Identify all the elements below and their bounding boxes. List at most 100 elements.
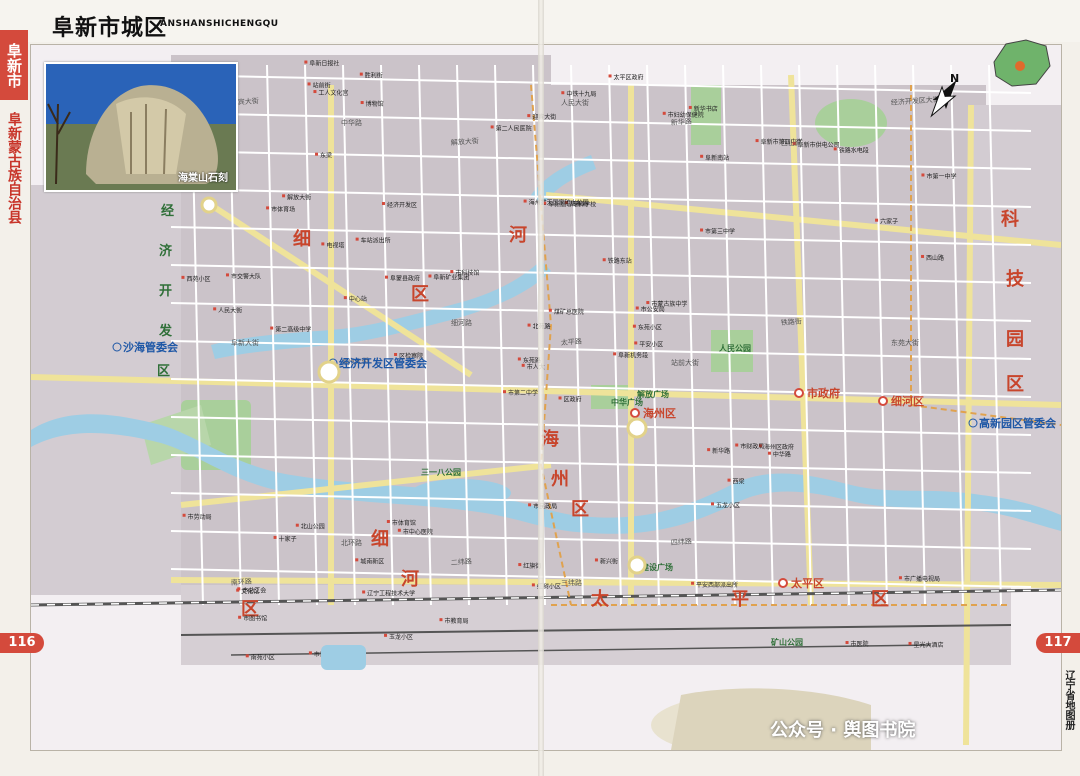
- government-icon: [794, 388, 804, 398]
- road-label: 细河路: [451, 318, 472, 327]
- poi-label: 第二人民医院: [496, 124, 532, 132]
- road-label: 站前大街: [671, 358, 699, 367]
- poi-label: 新兴街: [600, 557, 618, 565]
- page-subtitle: ANSHANSHICHENGQU: [160, 19, 279, 29]
- poi-label: 城南新区: [360, 557, 384, 565]
- road-label: 新华路: [671, 117, 693, 127]
- district-char-label: 太: [591, 588, 610, 610]
- poi-marker-icon: [921, 254, 925, 258]
- poi-marker-icon: [384, 633, 388, 637]
- poi-marker-icon: [355, 237, 359, 241]
- poi-label: 经济开发区: [387, 201, 417, 209]
- poi-label: 中华路: [773, 451, 791, 459]
- poi-label: 铁路东站: [608, 257, 632, 265]
- page-number-right: 117: [1036, 633, 1080, 653]
- poi-marker-icon: [503, 390, 507, 394]
- district-char-label: 平: [731, 589, 749, 610]
- poi-marker-icon: [875, 218, 879, 222]
- poi-label: 阜新南站: [705, 154, 729, 162]
- government-label: 太平区: [790, 576, 824, 590]
- poi-label: 市广播电视局: [904, 575, 940, 583]
- poi-marker-icon: [266, 206, 270, 210]
- road-label: 东苑大街: [891, 338, 919, 347]
- government-icon: [878, 396, 888, 406]
- poi-marker-icon: [523, 199, 527, 203]
- poi-marker-icon: [182, 513, 186, 517]
- road-label: 人民大街: [561, 98, 589, 107]
- poi-marker-icon: [613, 352, 617, 356]
- poi-marker-icon: [273, 535, 277, 539]
- district-char-label: 发: [158, 323, 173, 339]
- district-char-label: 开: [159, 284, 172, 299]
- poi-label: 玉龙小区: [389, 633, 413, 641]
- government-icon: [630, 408, 640, 418]
- poi-label: 市蒙古族中学: [651, 300, 687, 308]
- park-label: 矿山公园: [771, 637, 803, 647]
- poi-marker-icon: [700, 228, 704, 232]
- district-char-label: 河: [509, 225, 527, 246]
- compass-icon: N: [930, 72, 959, 118]
- photo-caption: 海棠山石刻: [178, 173, 228, 184]
- poi-label: 平安小区: [639, 340, 663, 348]
- poi-label: 博物馆: [366, 100, 384, 108]
- poi-marker-icon: [767, 451, 771, 455]
- poi-marker-icon: [428, 274, 432, 278]
- location-inset-map: [986, 32, 1054, 90]
- poi-label: 电视塔: [326, 241, 344, 249]
- poi-marker-icon: [213, 307, 217, 311]
- poi-label: 海州区政府: [764, 443, 794, 451]
- poi-label: 十家子: [279, 535, 297, 543]
- poi-label: 东苑小区: [638, 324, 662, 332]
- poi-marker-icon: [707, 448, 711, 452]
- book-spine: [538, 0, 544, 776]
- poi-marker-icon: [362, 590, 366, 594]
- poi-label: 工人文化宫: [318, 89, 348, 97]
- poi-marker-icon: [490, 125, 494, 129]
- road-label: 二纬路: [451, 557, 473, 567]
- poi-label: 第二高级中学: [275, 326, 311, 334]
- poi-label: 煤矿总医院: [554, 308, 584, 316]
- poi-label: 阜新机务段: [618, 351, 648, 359]
- poi-label: 南苑小区: [251, 653, 275, 661]
- road-label: 中华路: [341, 118, 362, 127]
- road-label: 南环路: [231, 577, 253, 587]
- district-char-label: 区: [411, 284, 429, 305]
- poi-marker-icon: [450, 270, 454, 274]
- poi-marker-icon: [304, 60, 308, 64]
- poi-marker-icon: [245, 654, 249, 658]
- government-label: 细河区: [891, 394, 924, 408]
- admin-label: 高新园区管委会: [979, 416, 1057, 430]
- poi-label: 市第一中学: [926, 172, 956, 180]
- admin-label: 经济开发区管委会: [339, 356, 428, 370]
- poi-marker-icon: [282, 194, 286, 198]
- district-char-label: 技: [1006, 268, 1025, 290]
- poi-marker-icon: [634, 341, 638, 345]
- poi-label: 新华路: [712, 447, 730, 455]
- poi-label: 车站派出所: [361, 237, 391, 245]
- poi-label: 阜蒙县政府: [390, 275, 420, 283]
- poi-label: 阜新矿业集团: [433, 273, 469, 281]
- road-label: 西山路: [781, 138, 802, 147]
- poi-marker-icon: [386, 519, 390, 523]
- poi-label: 迎宾大街: [532, 113, 556, 121]
- poi-label: 阜新高等专科学校: [548, 201, 596, 209]
- poi-marker-icon: [646, 301, 650, 305]
- poi-label: 西梁: [733, 478, 745, 486]
- road-label: 太平路: [561, 337, 583, 347]
- side-county-label: 阜新蒙古族自治县: [6, 112, 22, 224]
- district-char-label: 园: [1006, 329, 1024, 350]
- poi-marker-icon: [710, 502, 714, 506]
- poi-label: 区政府: [564, 395, 582, 403]
- poi-marker-icon: [632, 324, 636, 328]
- poi-marker-icon: [394, 352, 398, 356]
- map-page: 阜新市城区 ANSHANSHICHENGQU 阜新市 阜新蒙古族自治县 细 河 …: [0, 0, 1080, 776]
- government-label: 市政府: [807, 386, 840, 400]
- poi-label: 阜新市供电公司: [798, 141, 840, 149]
- district-char-label: 区: [1006, 374, 1024, 395]
- poi-marker-icon: [635, 306, 639, 310]
- poi-label: 市体育馆: [392, 519, 416, 527]
- district-char-label: 区: [157, 364, 170, 379]
- poi-marker-icon: [548, 308, 552, 312]
- poi-label: 市劳动局: [188, 513, 212, 521]
- district-char-label: 科: [1001, 208, 1019, 230]
